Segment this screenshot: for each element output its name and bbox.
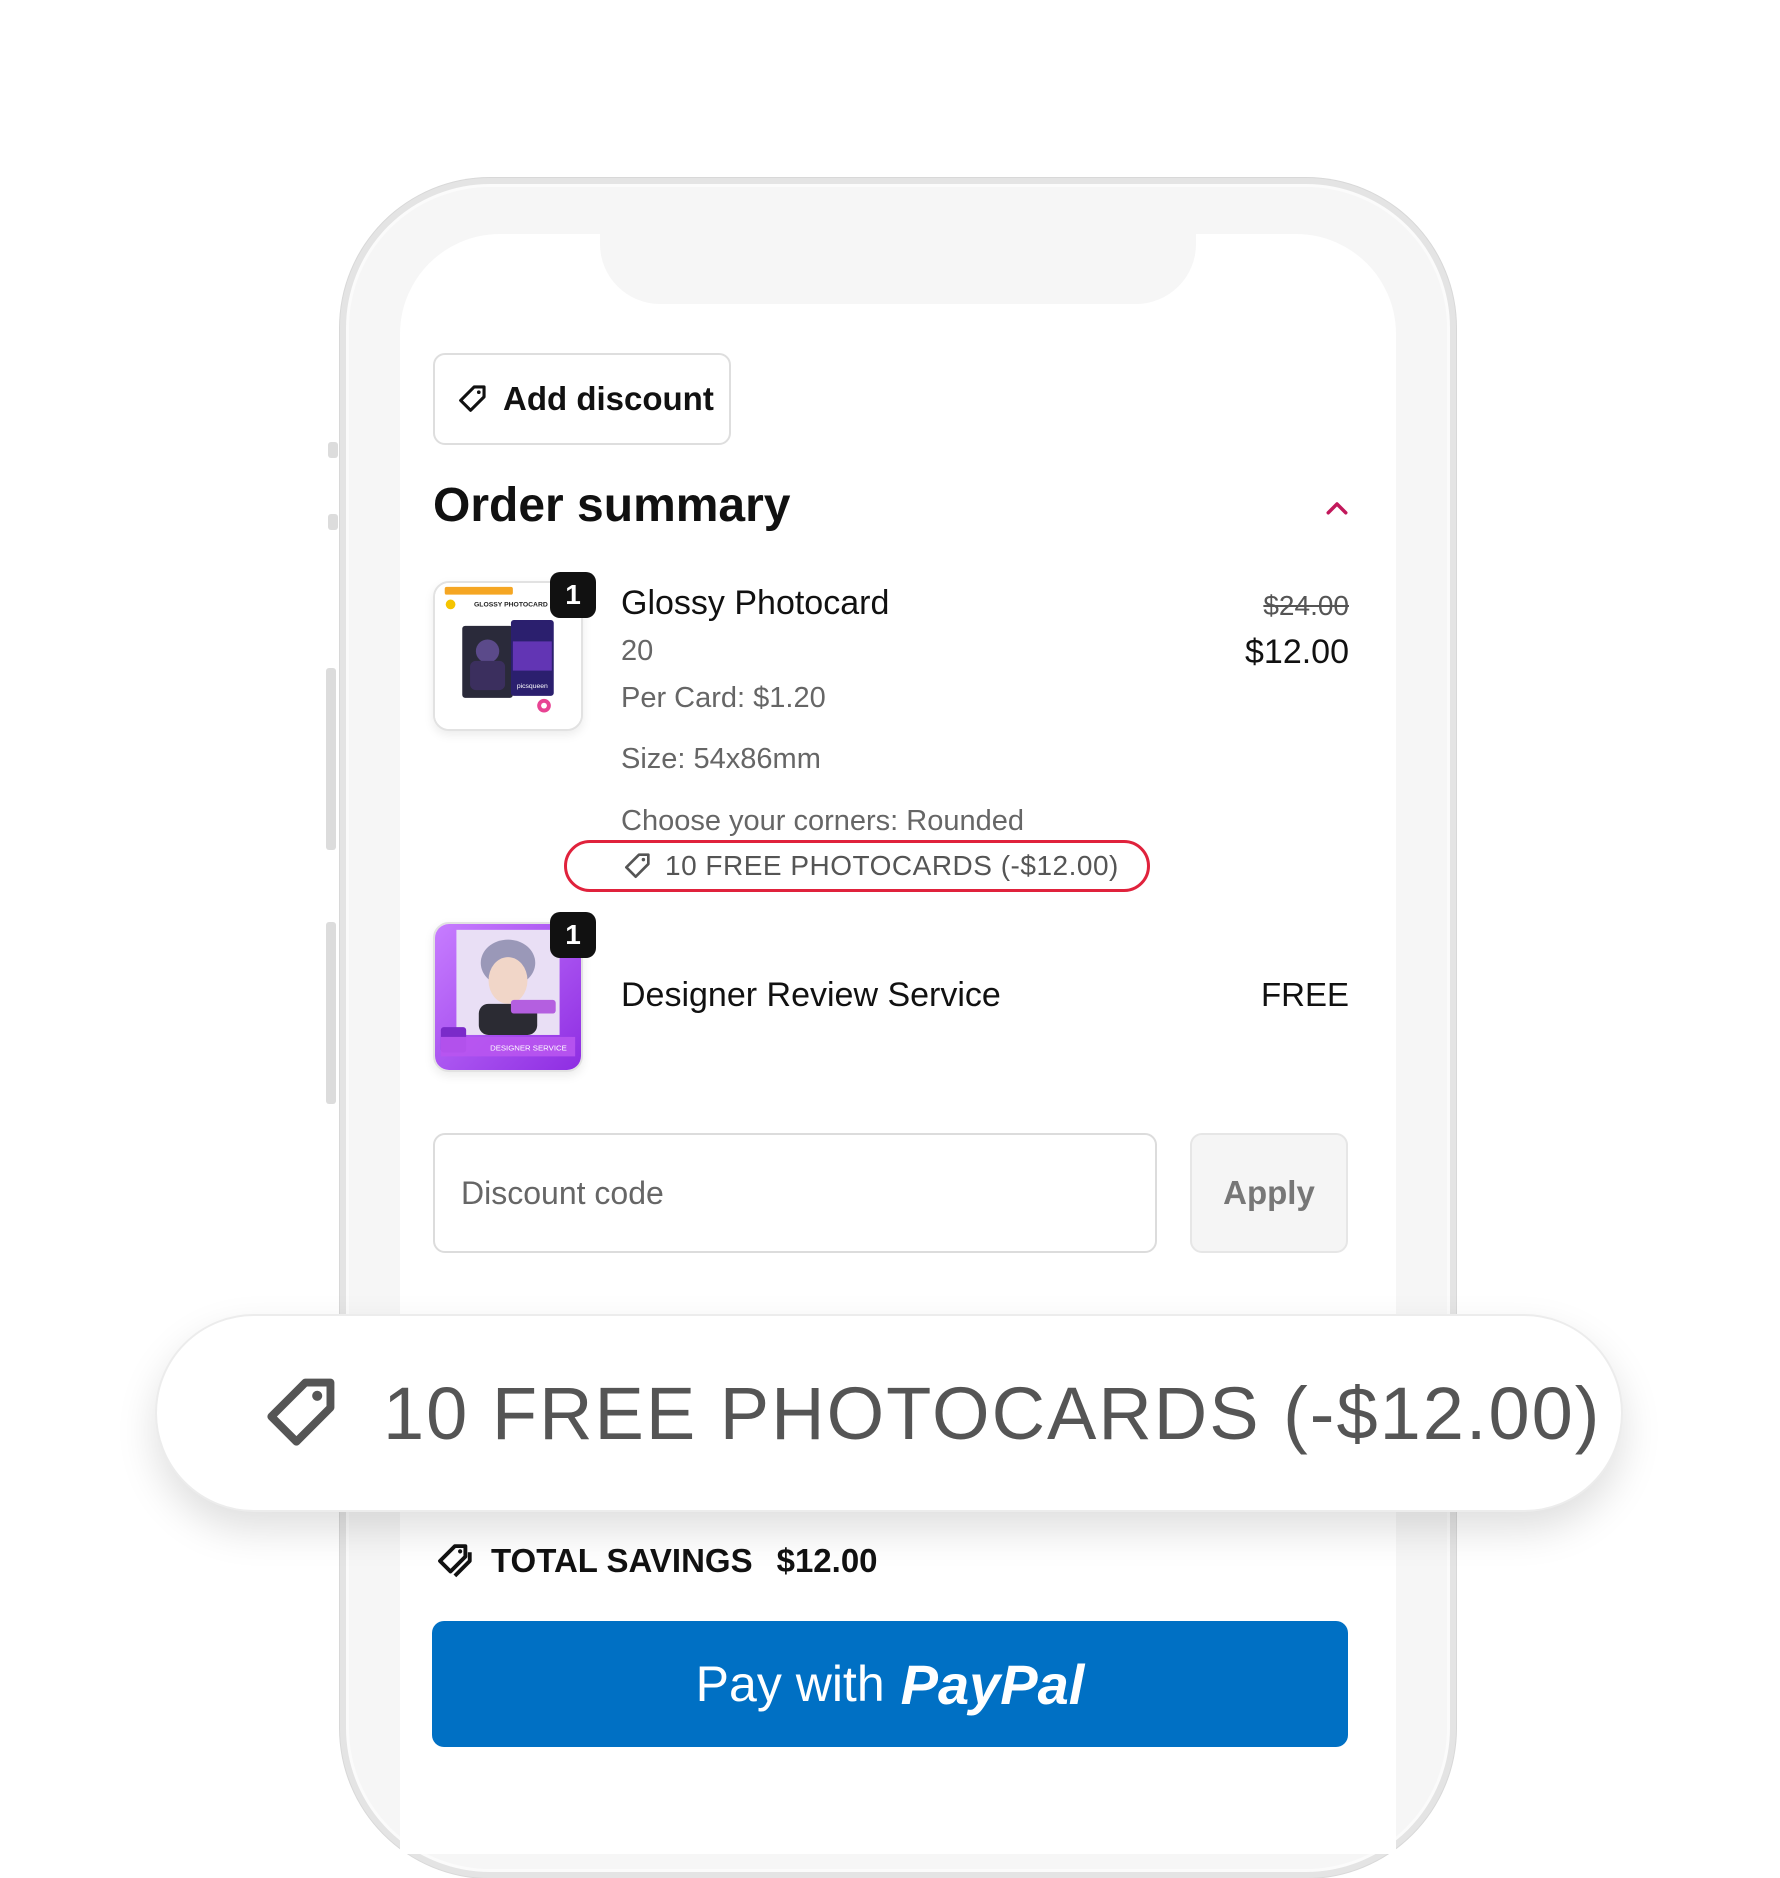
item-corners: Choose your corners: Rounded — [621, 805, 1025, 837]
final-price: $12.00 — [1245, 633, 1349, 671]
item-quantity-option: 20 — [621, 635, 654, 667]
item-size: Size: 54x86mm — [621, 743, 821, 775]
thumb-title: GLOSSY PHOTOCARD — [474, 601, 548, 608]
phone-volume-button — [326, 922, 336, 1104]
quantity-badge: 1 — [550, 572, 596, 618]
discount-callout-zoom: 10 FREE PHOTOCARDS (-$12.00) — [155, 1314, 1623, 1512]
thumb-brand: picsqueen — [517, 683, 548, 690]
add-discount-button[interactable]: Add discount — [433, 353, 731, 445]
item-name: Designer Review Service — [621, 976, 1001, 1014]
item-name: Glossy Photocard — [621, 584, 890, 622]
phone-notch — [600, 234, 1196, 304]
apply-button[interactable]: Apply — [1190, 1133, 1348, 1253]
discount-tag-text: 10 FREE PHOTOCARDS (-$12.00) — [665, 850, 1119, 881]
discount-tag-highlighted: 10 FREE PHOTOCARDS (-$12.00) — [564, 840, 1150, 892]
tag-icon — [267, 1378, 335, 1446]
quantity-badge: 1 — [550, 912, 596, 958]
order-summary-title: Order summary — [433, 479, 791, 532]
item-per-card-price: Per Card: $1.20 — [621, 682, 826, 714]
paypal-prefix: Pay with — [695, 1656, 885, 1712]
total-savings-amount: $12.00 — [776, 1542, 878, 1579]
chevron-up-icon[interactable] — [1322, 494, 1352, 524]
total-savings-label: TOTAL SAVINGS — [491, 1542, 753, 1579]
item-price-free: FREE — [1260, 976, 1349, 1013]
total-savings: TOTAL SAVINGS $12.00 — [433, 1540, 878, 1582]
paypal-logo-text: PayPal — [900, 1652, 1085, 1716]
add-discount-label: Add discount — [503, 380, 714, 417]
callout-text: 10 FREE PHOTOCARDS (-$12.00) — [383, 1371, 1602, 1455]
tags-icon — [438, 1544, 472, 1578]
phone-side-button — [328, 514, 338, 530]
original-price: $24.00 — [1263, 590, 1349, 621]
discount-code-input[interactable] — [433, 1133, 1157, 1253]
thumb-service-text: DESIGNER SERVICE — [490, 1044, 567, 1053]
phone-side-button — [328, 442, 338, 458]
tag-icon — [625, 853, 650, 878]
phone-volume-button — [326, 668, 336, 850]
pay-with-paypal-button[interactable]: Pay with PayPal — [432, 1621, 1348, 1747]
tag-icon — [459, 385, 486, 412]
